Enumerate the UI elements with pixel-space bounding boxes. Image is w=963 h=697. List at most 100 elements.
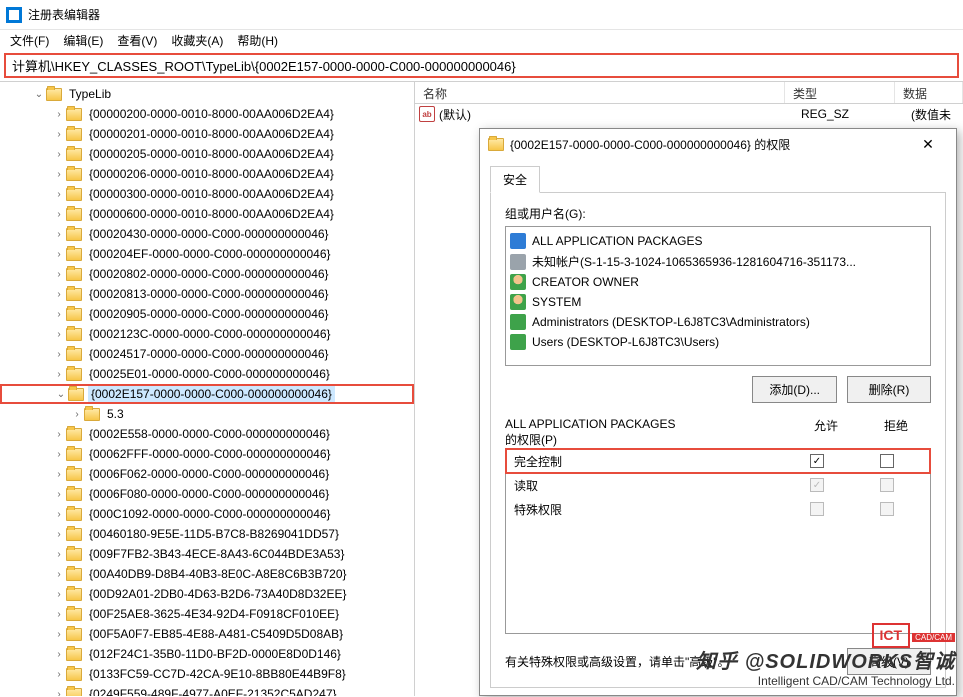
menu-favorites[interactable]: 收藏夹(A) xyxy=(165,30,229,51)
expander-icon[interactable]: › xyxy=(52,629,66,640)
deny-checkbox[interactable] xyxy=(880,454,894,468)
permission-name: 读取 xyxy=(514,477,782,494)
folder-icon xyxy=(66,608,82,621)
tree-item[interactable]: ›{00D92A01-2DB0-4D63-B2D6-73A40D8D32EE} xyxy=(0,584,414,604)
tree-item[interactable]: ›{000C1092-0000-0000-C000-000000000046} xyxy=(0,504,414,524)
tree-item[interactable]: › 5.3 xyxy=(0,404,414,424)
tree-item[interactable]: ›{00000300-0000-0010-8000-00AA006D2EA4} xyxy=(0,184,414,204)
tab-security[interactable]: 安全 xyxy=(490,166,540,193)
tree-item[interactable]: ›{00025E01-0000-0000-C000-000000000046} xyxy=(0,364,414,384)
expander-icon[interactable]: › xyxy=(52,509,66,520)
menu-help[interactable]: 帮助(H) xyxy=(231,30,284,51)
expander-icon[interactable]: ⌄ xyxy=(54,389,68,400)
user-row[interactable]: Administrators (DESKTOP-L6J8TC3\Administ… xyxy=(506,312,930,332)
expander-icon[interactable]: › xyxy=(52,109,66,120)
expander-icon[interactable]: › xyxy=(52,569,66,580)
tree-label: 5.3 xyxy=(104,406,127,422)
address-bar[interactable] xyxy=(4,53,959,78)
col-data[interactable]: 数据 xyxy=(895,82,963,103)
tree-item[interactable]: ›{009F7FB2-3B43-4ECE-8A43-6C044BDE3A53} xyxy=(0,544,414,564)
expander-icon[interactable]: › xyxy=(52,669,66,680)
tree-item[interactable]: ›{00460180-9E5E-11D5-B7C8-B8269041DD57} xyxy=(0,524,414,544)
dialog-titlebar[interactable]: {0002E157-0000-0000-C000-000000000046} 的… xyxy=(480,129,956,159)
expander-icon[interactable]: › xyxy=(52,129,66,140)
tree-item[interactable]: ›{00F5A0F7-EB85-4E88-A481-C5409D5D08AB} xyxy=(0,624,414,644)
tree-item[interactable]: › {000204EF-0000-0000-C000-000000000046} xyxy=(0,244,414,264)
expander-icon[interactable]: › xyxy=(52,529,66,540)
tree-item[interactable]: ›{00020430-0000-0000-C000-000000000046} xyxy=(0,224,414,244)
value-row-default[interactable]: ab (默认) REG_SZ (数值未 xyxy=(415,104,963,124)
tree-item-selected[interactable]: ⌄{0002E157-0000-0000-C000-000000000046} xyxy=(0,384,414,404)
expander-icon[interactable]: › xyxy=(52,309,66,320)
tree-item[interactable]: ›{0006F080-0000-0000-C000-000000000046} xyxy=(0,484,414,504)
user-row[interactable]: Users (DESKTOP-L6J8TC3\Users) xyxy=(506,332,930,352)
allow-checkbox[interactable]: ✓ xyxy=(810,454,824,468)
users-list[interactable]: ALL APPLICATION PACKAGES未知帐户(S-1-15-3-10… xyxy=(505,226,931,366)
col-name[interactable]: 名称 xyxy=(415,82,785,103)
tree-item[interactable]: ⌄TypeLib xyxy=(0,84,414,104)
tree-item[interactable]: ›{0002123C-0000-0000-C000-000000000046} xyxy=(0,324,414,344)
expander-icon[interactable]: › xyxy=(52,489,66,500)
menu-edit[interactable]: 编辑(E) xyxy=(57,30,109,51)
tree-item[interactable]: ›{012F24C1-35B0-11D0-BF2D-0000E8D0D146} xyxy=(0,644,414,664)
tree-item[interactable]: ›{0002E558-0000-0000-C000-000000000046} xyxy=(0,424,414,444)
expander-icon[interactable]: › xyxy=(52,449,66,460)
user-row[interactable]: 未知帐户(S-1-15-3-1024-1065365936-1281604716… xyxy=(506,251,930,272)
expander-icon[interactable]: › xyxy=(70,409,84,420)
user-row[interactable]: CREATOR OWNER xyxy=(506,272,930,292)
folder-icon xyxy=(66,128,82,141)
col-type[interactable]: 类型 xyxy=(785,82,895,103)
expander-icon[interactable]: › xyxy=(52,649,66,660)
expander-icon[interactable]: ⌄ xyxy=(32,89,46,100)
tree-item[interactable]: ›{00020813-0000-0000-C000-000000000046} xyxy=(0,284,414,304)
registry-tree[interactable]: ⌄TypeLib›{00000200-0000-0010-8000-00AA00… xyxy=(0,82,415,696)
expander-icon[interactable]: › xyxy=(52,369,66,380)
menu-file[interactable]: 文件(F) xyxy=(4,30,55,51)
expander-icon[interactable]: › xyxy=(52,329,66,340)
expander-icon[interactable]: › xyxy=(52,269,66,280)
expander-icon[interactable]: › xyxy=(52,249,66,260)
tree-label: {000204EF-0000-0000-C000-000000000046} xyxy=(86,246,334,262)
tree-item[interactable]: ›{00000600-0000-0010-8000-00AA006D2EA4} xyxy=(0,204,414,224)
tree-item[interactable]: ›{0249F559-489F-4977-A0EF-21352C5AD247} xyxy=(0,684,414,696)
expander-icon[interactable]: › xyxy=(52,209,66,220)
expander-icon[interactable]: › xyxy=(52,349,66,360)
tree-item[interactable]: ›{0133FC59-CC7D-42CA-9E10-8BB80E44B9F8} xyxy=(0,664,414,684)
expander-icon[interactable]: › xyxy=(52,189,66,200)
main-split: ⌄TypeLib›{00000200-0000-0010-8000-00AA00… xyxy=(0,81,963,696)
menu-view[interactable]: 查看(V) xyxy=(111,30,163,51)
expander-icon[interactable]: › xyxy=(52,549,66,560)
tree-item[interactable]: ›{00020905-0000-0000-C000-000000000046} xyxy=(0,304,414,324)
window-titlebar: 注册表编辑器 xyxy=(0,0,963,30)
tree-item[interactable]: ›{00000205-0000-0010-8000-00AA006D2EA4} xyxy=(0,144,414,164)
close-icon[interactable]: ✕ xyxy=(908,136,948,153)
tree-item[interactable]: ›{0006F062-0000-0000-C000-000000000046} xyxy=(0,464,414,484)
advanced-button[interactable]: 高级(V) xyxy=(847,648,931,675)
tree-item[interactable]: ›{00024517-0000-0000-C000-000000000046} xyxy=(0,344,414,364)
expander-icon[interactable]: › xyxy=(52,229,66,240)
expander-icon[interactable]: › xyxy=(52,589,66,600)
tree-item[interactable]: ›{00020802-0000-0000-C000-000000000046} xyxy=(0,264,414,284)
tree-label: {00F25AE8-3625-4E34-92D4-F0918CF010EE} xyxy=(86,606,342,622)
tree-item[interactable]: ›{00000200-0000-0010-8000-00AA006D2EA4} xyxy=(0,104,414,124)
folder-icon xyxy=(66,688,82,697)
tree-item[interactable]: ›{00062FFF-0000-0000-C000-000000000046} xyxy=(0,444,414,464)
expander-icon[interactable]: › xyxy=(52,469,66,480)
expander-icon[interactable]: › xyxy=(52,289,66,300)
folder-icon xyxy=(66,288,82,301)
expander-icon[interactable]: › xyxy=(52,149,66,160)
tree-item[interactable]: › {00F25AE8-3625-4E34-92D4-F0918CF010EE} xyxy=(0,604,414,624)
permissions-list[interactable]: 完全控制✓读取✓特殊权限 xyxy=(505,448,931,634)
expander-icon[interactable]: › xyxy=(52,689,66,697)
tree-item[interactable]: ›{00A40DB9-D8B4-40B3-8E0C-A8E8C6B3B720} xyxy=(0,564,414,584)
tree-item[interactable]: ›{00000206-0000-0010-8000-00AA006D2EA4} xyxy=(0,164,414,184)
expander-icon[interactable]: › xyxy=(52,169,66,180)
expander-icon[interactable]: › xyxy=(52,429,66,440)
remove-button[interactable]: 删除(R) xyxy=(847,376,931,403)
user-row[interactable]: SYSTEM xyxy=(506,292,930,312)
expander-icon[interactable]: › xyxy=(52,609,66,620)
user-buttons: 添加(D)... 删除(R) xyxy=(505,376,931,403)
tree-item[interactable]: ›{00000201-0000-0010-8000-00AA006D2EA4} xyxy=(0,124,414,144)
user-row[interactable]: ALL APPLICATION PACKAGES xyxy=(506,231,930,251)
add-button[interactable]: 添加(D)... xyxy=(752,376,837,403)
